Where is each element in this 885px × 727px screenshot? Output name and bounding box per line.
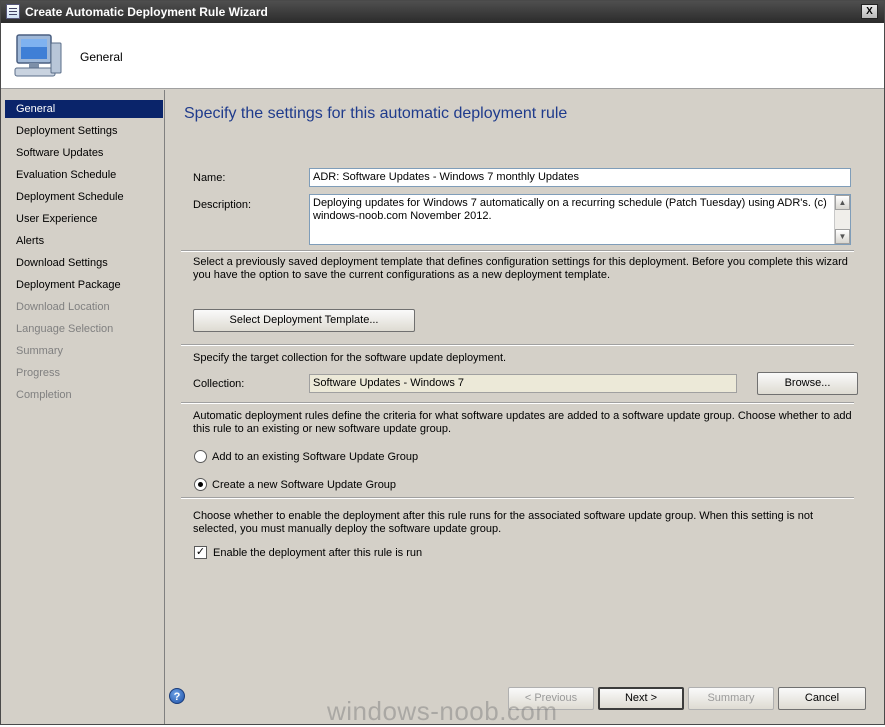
page-title: Specify the settings for this automatic … [184,105,568,122]
sidebar-item-summary: Summary [16,345,64,357]
divider [181,344,854,346]
scroll-up-icon[interactable]: ▲ [835,195,850,210]
radio-existing-group[interactable] [194,450,207,463]
enable-description: Choose whether to enable the deployment … [193,510,814,535]
radio-new-group-label[interactable]: Create a new Software Update Group [212,479,396,491]
sidebar-item-progress: Progress [16,367,61,379]
divider [181,497,854,499]
radio-new-group[interactable] [194,478,207,491]
name-label: Name: [193,172,226,184]
sidebar-item-alerts[interactable]: Alerts [5,232,163,250]
collection-field[interactable]: Software Updates - Windows 7 [309,374,737,393]
scroll-down-icon[interactable]: ▼ [835,229,850,244]
description-label: Description: [193,199,252,211]
sidebar-item-download-settings[interactable]: Download Settings [5,254,163,272]
description-field[interactable]: Deploying updates for Windows 7 automati… [309,194,851,245]
sidebar-item-deployment-settings[interactable]: Deployment Settings [5,122,163,140]
help-icon[interactable]: ? [169,688,185,704]
summary-button: Summary [688,687,774,710]
select-template-button[interactable]: Select Deployment Template... [193,309,415,332]
sidebar-item-evaluation-schedule[interactable]: Evaluation Schedule [5,166,163,184]
collection-description: Specify the target collection for the so… [193,352,507,364]
header-title: General [80,50,123,64]
template-description: Select a previously saved deployment tem… [193,256,848,281]
divider [181,250,854,252]
next-button[interactable]: Next > [598,687,684,710]
sidebar-item-completion: Completion [16,389,72,401]
sidebar-item-deployment-package[interactable]: Deployment Package [5,276,163,294]
name-field[interactable]: ADR: Software Updates - Windows 7 monthl… [309,168,851,187]
group-description: Automatic deployment rules define the cr… [193,410,852,435]
sidebar-item-user-experience[interactable]: User Experience [5,210,163,228]
sidebar-item-download-location: Download Location [16,301,110,313]
wizard-step-sidebar: General Deployment Settings Software Upd… [1,90,165,724]
wizard-app-icon [6,4,20,19]
wizard-content: Specify the settings for this automatic … [167,90,884,724]
divider [181,402,854,404]
wizard-header: General [1,23,884,89]
sidebar-item-language-selection: Language Selection [16,323,114,335]
sidebar-item-general[interactable]: General [5,100,163,118]
enable-deployment-checkbox[interactable]: ✓ [194,546,207,559]
window-title: Create Automatic Deployment Rule Wizard [25,5,268,19]
wizard-window: Create Automatic Deployment Rule Wizard … [0,0,885,726]
title-bar: Create Automatic Deployment Rule Wizard … [1,1,884,23]
computer-icon [14,34,62,77]
description-scrollbar[interactable]: ▲ ▼ [834,195,850,244]
watermark: windows-noob.com [327,696,558,726]
cancel-button[interactable]: Cancel [778,687,866,710]
close-icon[interactable]: X [861,4,878,19]
collection-label: Collection: [193,378,245,390]
radio-existing-group-label[interactable]: Add to an existing Software Update Group [212,451,418,463]
enable-deployment-label[interactable]: Enable the deployment after this rule is… [213,547,422,559]
browse-button[interactable]: Browse... [757,372,858,395]
sidebar-item-software-updates[interactable]: Software Updates [5,144,163,162]
sidebar-item-deployment-schedule[interactable]: Deployment Schedule [5,188,163,206]
description-text: Deploying updates for Windows 7 automati… [313,197,827,222]
